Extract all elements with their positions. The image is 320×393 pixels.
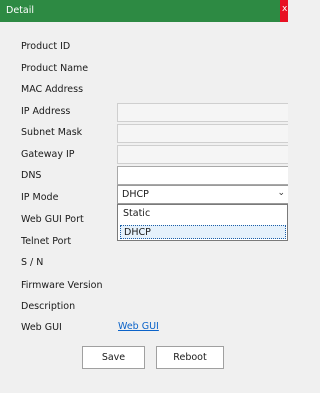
- label-gateway-ip: Gateway IP: [21, 149, 75, 160]
- title-bar: Detail x: [0, 0, 288, 22]
- dns-field[interactable]: [117, 166, 288, 185]
- label-firmware-version: Firmware Version: [21, 280, 103, 291]
- label-description: Description: [21, 301, 76, 312]
- label-subnet-mask: Subnet Mask: [21, 127, 83, 138]
- ip-mode-option-dhcp[interactable]: DHCP: [120, 225, 286, 239]
- label-sn: S / N: [21, 257, 44, 268]
- window-title: Detail: [6, 5, 34, 16]
- ip-address-field[interactable]: [117, 103, 288, 122]
- reboot-button[interactable]: Reboot: [156, 346, 224, 369]
- close-icon: x: [282, 4, 288, 14]
- web-gui-link[interactable]: Web GUI: [118, 321, 159, 332]
- label-product-name: Product Name: [21, 63, 89, 74]
- ip-mode-dropdown-list: Static DHCP: [117, 204, 288, 241]
- ip-mode-option-static[interactable]: Static: [120, 207, 150, 221]
- label-mac-address: MAC Address: [21, 84, 84, 95]
- label-ip-mode: IP Mode: [21, 192, 59, 203]
- subnet-mask-field[interactable]: [117, 124, 288, 143]
- label-dns: DNS: [21, 170, 42, 181]
- chevron-down-icon: ⌄: [277, 188, 285, 198]
- gateway-ip-field[interactable]: [117, 145, 288, 164]
- label-product-id: Product ID: [21, 41, 71, 52]
- ip-mode-select[interactable]: DHCP ⌄: [117, 185, 288, 204]
- close-button[interactable]: x: [280, 0, 288, 22]
- label-telnet-port: Telnet Port: [21, 236, 72, 247]
- save-button[interactable]: Save: [82, 346, 145, 369]
- label-web-gui: Web GUI: [21, 322, 62, 333]
- label-web-gui-port: Web GUI Port: [21, 214, 84, 225]
- ip-mode-selected-value: DHCP: [122, 189, 149, 200]
- label-ip-address: IP Address: [21, 106, 71, 117]
